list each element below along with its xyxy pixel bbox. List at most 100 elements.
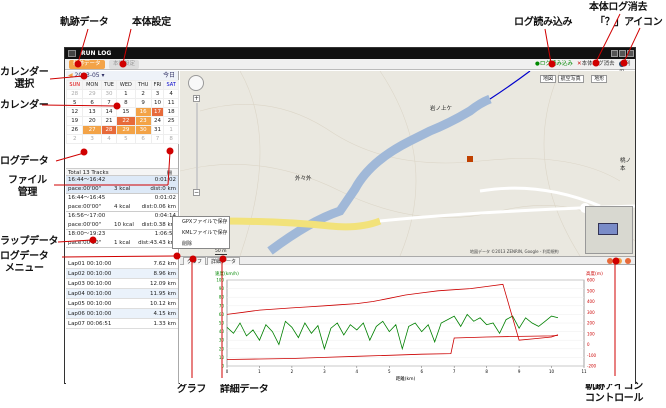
- maximize-button[interactable]: [619, 50, 626, 57]
- track-item[interactable]: 18:00～19:23 1:06:51 pace:00'00" 1 kcal dist:…: [66, 230, 178, 248]
- lap-item[interactable]: Lap02 00:10:00 8.96 km: [66, 269, 178, 279]
- lap-item[interactable]: Lap03 00:10:00 12.09 km: [66, 279, 178, 289]
- tab-graph[interactable]: グラフ: [183, 257, 207, 265]
- calendar-day[interactable]: 17: [150, 107, 165, 117]
- calendar-dropdown-icon[interactable]: ▾: [102, 72, 105, 79]
- calendar-day[interactable]: 1: [116, 89, 136, 99]
- log-import-button[interactable]: ●ログ読み込み: [535, 60, 573, 69]
- track-icon-control-3[interactable]: [625, 258, 631, 264]
- calendar-month[interactable]: 2013-05: [75, 72, 100, 79]
- lap-item[interactable]: Lap04 00:10:00 11.95 km: [66, 289, 178, 299]
- calendar-day[interactable]: 11: [163, 98, 179, 108]
- calendar-prev-icon[interactable]: ◀: [68, 72, 73, 79]
- calendar-day[interactable]: 29: [82, 89, 102, 99]
- zoom-out-button[interactable]: −: [193, 189, 200, 196]
- close-button[interactable]: [627, 50, 634, 57]
- track-list: Total 13 Tracks ▤ 16:44～16:42 0:01:02 pace:…: [66, 168, 178, 248]
- save-kml-item[interactable]: KMLファイルで保存: [173, 228, 229, 239]
- place-label: 外々外: [295, 176, 312, 182]
- calendar-day[interactable]: 19: [65, 116, 84, 126]
- pan-control[interactable]: [188, 75, 204, 91]
- track-item[interactable]: 16:44～16:45 0:01:02 pace:00'00" 4 kcal dist:…: [66, 194, 178, 212]
- calendar-day[interactable]: 24: [150, 116, 165, 126]
- map-type-terrain[interactable]: 地形: [591, 75, 608, 83]
- calendar-day[interactable]: 4: [100, 134, 118, 144]
- speed-altitude-chart: 0102030405060708090100-200-1000100200300…: [215, 270, 603, 382]
- save-gpx-item[interactable]: GPXファイルで保存: [173, 217, 229, 228]
- delete-item[interactable]: 削除: [173, 239, 229, 250]
- calendar-day[interactable]: 30: [100, 89, 118, 99]
- calendar-day[interactable]: 8: [163, 134, 179, 144]
- lap-item[interactable]: Lap07 00:06:51 1.33 km: [66, 319, 178, 329]
- calendar-day[interactable]: 26: [65, 125, 84, 135]
- tab-detail-data[interactable]: 詳細データ: [207, 257, 241, 265]
- map-view[interactable]: + − 地図 航空写真 地形 岩ノ上ケ 外々外 桃ノ本 50 m 地図データ ©…: [180, 71, 635, 256]
- map-type-aerial[interactable]: 航空写真: [557, 75, 584, 83]
- y-right-tick-label: 600: [587, 278, 595, 283]
- track-item[interactable]: 16:44～16:42 0:01:02 pace:00'00" 3 kcal dist:…: [66, 176, 178, 194]
- calendar-day[interactable]: 29: [116, 125, 136, 135]
- calendar-day[interactable]: 30: [134, 125, 152, 135]
- label-log-menu: ログデータ メニュー: [0, 251, 49, 274]
- calendar-day[interactable]: 13: [82, 107, 102, 117]
- calendar-day[interactable]: 25: [163, 116, 179, 126]
- calendar-day[interactable]: 20: [82, 116, 102, 126]
- calendar-day[interactable]: 22: [116, 116, 136, 126]
- calendar-day[interactable]: 1: [163, 125, 179, 135]
- track-field: pace:00'00": [68, 222, 102, 228]
- calendar-day[interactable]: 18: [163, 107, 179, 117]
- track-field: 0:01:02: [154, 177, 176, 183]
- calendar-day[interactable]: 12: [65, 107, 84, 117]
- calendar-day[interactable]: 7: [100, 98, 118, 108]
- main-log-delete-button[interactable]: ✕本体ログ消去: [577, 60, 615, 69]
- calendar-day[interactable]: 2: [65, 134, 84, 144]
- tab-track-data[interactable]: 軌跡データ: [69, 60, 105, 69]
- calendar-grid: SUN MON TUE WED THU FRI SAT 28 29 30 1 2 3 4 5 6 7 8 9 10 1…: [65, 80, 179, 144]
- zoom-in-button[interactable]: +: [193, 95, 200, 102]
- x-tick-label: 10: [549, 369, 555, 374]
- calendar-day[interactable]: 27: [82, 125, 102, 135]
- track-icon-control-1[interactable]: [607, 258, 613, 264]
- calendar-day[interactable]: 14: [100, 107, 118, 117]
- calendar-day[interactable]: 8: [116, 98, 136, 108]
- calendar-day[interactable]: 21: [100, 116, 118, 126]
- lap-item[interactable]: Lap06 00:10:00 4.15 km: [66, 309, 178, 319]
- minimize-button[interactable]: [611, 50, 618, 57]
- calendar-day[interactable]: 23: [134, 116, 152, 126]
- track-field: dist:0.06 km: [141, 204, 176, 210]
- calendar-day[interactable]: 3: [82, 134, 102, 144]
- x-tick-label: 9: [518, 369, 521, 374]
- calendar-day[interactable]: 16: [134, 107, 152, 117]
- calendar-day[interactable]: 4: [163, 89, 179, 99]
- calendar-day[interactable]: 31: [150, 125, 165, 135]
- calendar-today-button[interactable]: 今日: [163, 71, 175, 80]
- calendar-day[interactable]: 5: [65, 98, 84, 108]
- x-tick-label: 4: [356, 369, 359, 374]
- calendar-day[interactable]: 7: [150, 134, 165, 144]
- calendar-day[interactable]: 6: [82, 98, 102, 108]
- calendar-day[interactable]: 6: [134, 134, 152, 144]
- lap-item[interactable]: Lap05 00:10:00 10.12 km: [66, 299, 178, 309]
- app-window: RUN LOG 軌跡データ 本体設定 ●ログ読み込み ✕本体ログ消去 ?利用 ◀…: [64, 47, 636, 384]
- calendar-day[interactable]: 28: [65, 89, 84, 99]
- calendar-day[interactable]: 3: [150, 89, 165, 99]
- track-field: pace:00'00": [68, 186, 102, 192]
- map-type-map[interactable]: 地図: [540, 75, 557, 83]
- lap-list: Lap01 00:10:00 7.62 km Lap02 00:10:00 8.96 …: [66, 259, 178, 329]
- toolbar: 軌跡データ 本体設定 ●ログ読み込み ✕本体ログ消去 ?利用: [65, 59, 635, 76]
- lap-item[interactable]: Lap01 00:10:00 7.62 km: [66, 259, 178, 269]
- tab-main-settings[interactable]: 本体設定: [109, 60, 140, 69]
- calendar-day[interactable]: 15: [116, 107, 136, 117]
- track-field: 3 kcal: [114, 186, 131, 192]
- calendar-day[interactable]: 10: [150, 98, 165, 108]
- track-icon-control-2[interactable]: [616, 258, 622, 264]
- calendar-day[interactable]: 28: [100, 125, 118, 135]
- zoom-slider[interactable]: [196, 103, 198, 189]
- calendar-day[interactable]: 2: [134, 89, 152, 99]
- weekday-header: THU: [134, 80, 152, 90]
- label-help-icon: 「？」アイコン: [595, 17, 663, 28]
- calendar-day[interactable]: 9: [134, 98, 152, 108]
- track-item[interactable]: 16:56～17:00 0:04:14 pace:00'00" 10 kcal dist…: [66, 212, 178, 230]
- calendar-day[interactable]: 5: [116, 134, 136, 144]
- map-overview[interactable]: [585, 206, 633, 254]
